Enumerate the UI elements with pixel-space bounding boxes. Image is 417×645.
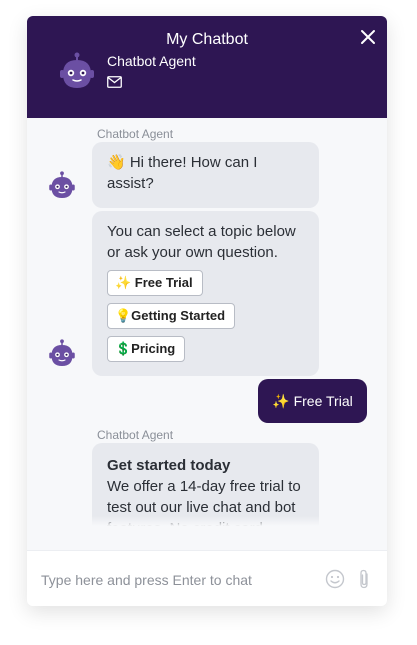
agent-name: Chatbot Agent: [107, 53, 196, 69]
quick-reply-pricing[interactable]: 💲Pricing: [107, 336, 186, 362]
envelope-icon[interactable]: [107, 76, 122, 88]
bot-message: 👋 Hi there! How can I assist?: [92, 142, 319, 208]
smiley-icon[interactable]: [325, 569, 345, 589]
sender-label: Chatbot Agent: [97, 127, 174, 141]
chat-title: My Chatbot: [166, 31, 248, 48]
sender-label: Chatbot Agent: [97, 428, 174, 442]
bot-message: Get started today We offer a 14-day free…: [92, 443, 319, 526]
paperclip-icon[interactable]: [357, 568, 371, 590]
chat-header: My Chatbot Chatbot Agent: [27, 16, 387, 118]
quick-reply-free-trial[interactable]: ✨ Free Trial: [107, 270, 203, 296]
chat-input[interactable]: [39, 569, 323, 591]
message-text: 👋 Hi there! How can I assist?: [107, 154, 258, 192]
robot-icon: [49, 171, 75, 198]
robot-icon: [49, 339, 75, 366]
quick-reply-getting-started[interactable]: 💡Getting Started: [107, 303, 236, 329]
bot-message: You can select a topic below or ask your…: [92, 211, 319, 376]
user-message: ✨ Free Trial: [258, 379, 367, 423]
robot-icon: [60, 52, 94, 88]
message-text: You can select a topic below or ask your…: [107, 223, 296, 261]
scroll-fade: [27, 516, 387, 526]
message-list[interactable]: Chatbot Agent 👋 Hi there! How can I assi…: [27, 118, 387, 526]
message-heading: Get started today: [107, 457, 231, 474]
close-icon[interactable]: [359, 28, 377, 46]
composer: [27, 550, 387, 606]
chat-widget: My Chatbot Chatbot Agent Chatbot Agent 👋…: [27, 16, 387, 606]
